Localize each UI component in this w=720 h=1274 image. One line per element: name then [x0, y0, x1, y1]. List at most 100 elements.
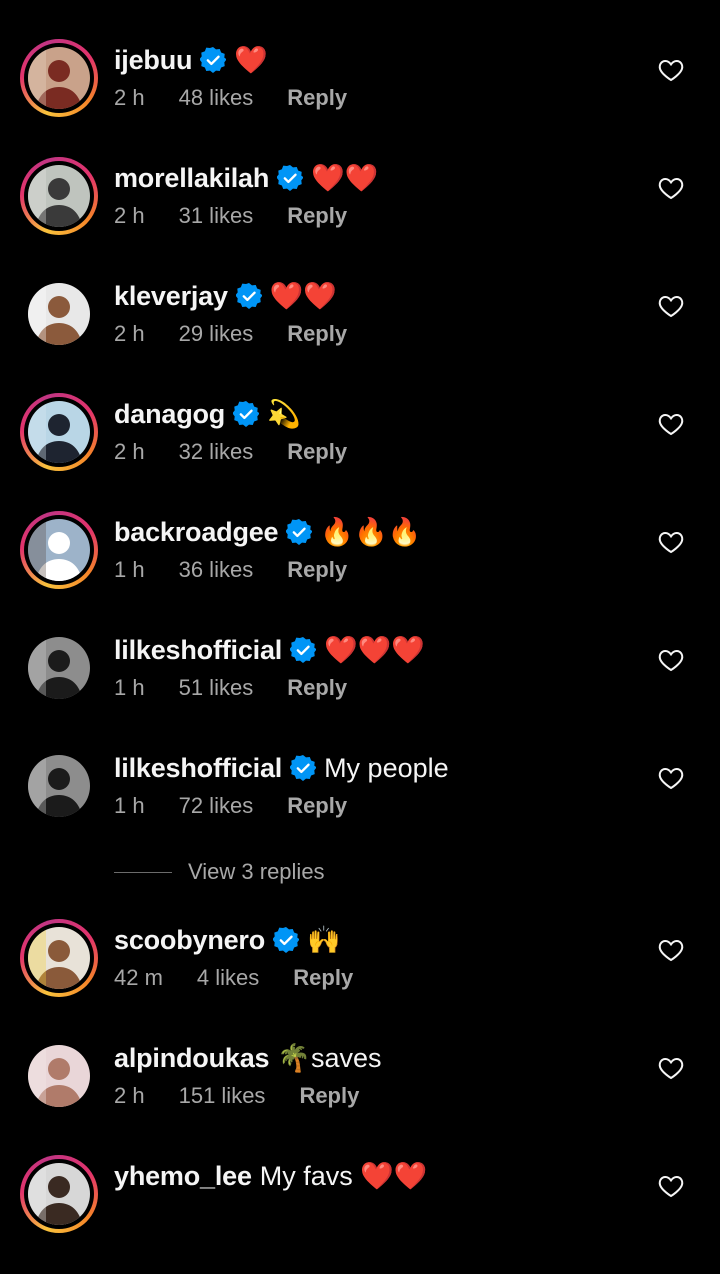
avatar-image	[28, 637, 90, 699]
verified-badge-icon	[232, 401, 260, 427]
avatar-image	[28, 1163, 90, 1225]
avatar[interactable]	[20, 157, 98, 235]
reply-button[interactable]: Reply	[287, 85, 347, 111]
username[interactable]: yhemo_lee	[114, 1161, 252, 1192]
comment-meta: 1 h 72 likes Reply	[114, 790, 381, 822]
like-count[interactable]: 32 likes	[179, 439, 254, 465]
comment-item: lilkeshofficial ❤️❤️❤️ 1 h 51 likes Reply	[0, 630, 720, 748]
like-count[interactable]: 151 likes	[179, 1083, 266, 1109]
username[interactable]: lilkeshofficial	[114, 753, 282, 784]
avatar[interactable]	[20, 511, 98, 589]
heart-outline-icon[interactable]	[658, 412, 684, 436]
comment-time: 2 h	[114, 85, 145, 110]
avatar-image	[28, 283, 90, 345]
reply-button[interactable]: Reply	[287, 793, 347, 819]
comment-text: ❤️	[234, 45, 268, 75]
comment-header: lilkeshofficial ❤️❤️❤️	[114, 630, 425, 670]
comment-meta: 2 h 48 likes Reply	[114, 82, 381, 114]
like-count[interactable]: 48 likes	[179, 85, 254, 111]
comment-header: scoobynero 🙌	[114, 920, 341, 960]
like-count[interactable]: 29 likes	[179, 321, 254, 347]
heart-outline-icon[interactable]	[658, 766, 684, 790]
username[interactable]: backroadgee	[114, 517, 279, 548]
comment-text: 🔥🔥🔥	[320, 517, 422, 547]
verified-badge-icon	[276, 165, 304, 191]
comment-time: 42 m	[114, 965, 163, 990]
like-count[interactable]: 36 likes	[179, 557, 254, 583]
comment-meta: 2 h 31 likes Reply	[114, 200, 381, 232]
avatar-ring-gap	[24, 279, 94, 349]
reply-button[interactable]: Reply	[287, 203, 347, 229]
avatar[interactable]	[20, 275, 98, 353]
comment-header: ijebuu ❤️	[114, 40, 268, 80]
comment-item: lilkeshofficial My people 1 h 72 likes Reply	[0, 748, 720, 866]
username[interactable]: kleverjay	[114, 281, 228, 312]
avatar-ring-gap	[24, 397, 94, 467]
reply-button[interactable]: Reply	[287, 675, 347, 701]
heart-outline-icon[interactable]	[658, 294, 684, 318]
avatar-ring-gap	[24, 1041, 94, 1111]
comment-meta: 1 h 36 likes Reply	[114, 554, 381, 586]
username[interactable]: ijebuu	[114, 45, 193, 76]
comment-time: 2 h	[114, 203, 145, 228]
comment-item: morellakilah ❤️❤️ 2 h 31 likes Reply	[0, 157, 720, 276]
reply-button[interactable]: Reply	[287, 557, 347, 583]
like-count[interactable]: 72 likes	[179, 793, 254, 819]
avatar-image	[28, 1045, 90, 1107]
avatar-ring-gap	[24, 633, 94, 703]
comment-text: My people	[324, 752, 449, 783]
username[interactable]: lilkeshofficial	[114, 635, 282, 666]
heart-outline-icon[interactable]	[658, 58, 684, 82]
avatar-ring-gap	[24, 43, 94, 113]
comment-time: 1 h	[114, 675, 145, 700]
comment-item: danagog 💫 2 h 32 likes Reply	[0, 393, 720, 512]
avatar-image	[28, 165, 90, 227]
avatar-ring-gap	[24, 161, 94, 231]
reply-button[interactable]: Reply	[287, 321, 347, 347]
comment-header: danagog 💫	[114, 394, 301, 434]
comment-meta: 2 h 32 likes Reply	[114, 436, 381, 468]
avatar[interactable]	[20, 747, 98, 825]
heart-outline-icon[interactable]	[658, 648, 684, 672]
username[interactable]: scoobynero	[114, 925, 265, 956]
like-count[interactable]: 31 likes	[179, 203, 254, 229]
avatar-ring-gap	[24, 923, 94, 993]
verified-badge-icon	[199, 47, 227, 73]
avatar[interactable]	[20, 1155, 98, 1233]
verified-badge-icon	[272, 927, 300, 953]
avatar-ring-gap	[24, 1159, 94, 1229]
comment-time: 2 h	[114, 1083, 145, 1108]
avatar[interactable]	[20, 393, 98, 471]
reply-button[interactable]: Reply	[293, 965, 353, 991]
heart-outline-icon[interactable]	[658, 938, 684, 962]
avatar[interactable]	[20, 1037, 98, 1115]
like-count[interactable]: 4 likes	[197, 965, 259, 991]
username[interactable]: morellakilah	[114, 163, 269, 194]
heart-outline-icon[interactable]	[658, 176, 684, 200]
heart-outline-icon[interactable]	[658, 1174, 684, 1198]
avatar[interactable]	[20, 39, 98, 117]
heart-outline-icon[interactable]	[658, 530, 684, 554]
avatar[interactable]	[20, 919, 98, 997]
comment-header: morellakilah ❤️❤️	[114, 158, 378, 198]
comment-header: backroadgee 🔥🔥🔥	[114, 512, 421, 552]
heart-outline-icon[interactable]	[658, 1056, 684, 1080]
comment-time: 1 h	[114, 557, 145, 582]
reply-button[interactable]: Reply	[299, 1083, 359, 1109]
comment-text: 🙌	[307, 925, 341, 955]
comment-text: 💫	[267, 399, 301, 429]
comment-text: ❤️❤️	[269, 281, 338, 311]
username[interactable]: danagog	[114, 399, 225, 430]
comment-item: ijebuu ❤️ 2 h 48 likes Reply	[0, 39, 720, 158]
replies-divider	[114, 871, 172, 873]
like-count[interactable]: 51 likes	[179, 675, 254, 701]
comment-header: kleverjay ❤️❤️	[114, 276, 337, 316]
view-replies-label: View 3 replies	[188, 859, 325, 884]
avatar-ring-gap	[24, 515, 94, 585]
reply-button[interactable]: Reply	[287, 439, 347, 465]
verified-badge-icon	[285, 519, 314, 545]
comment-text: 🌴saves	[277, 1043, 382, 1073]
username[interactable]: alpindoukas	[114, 1043, 270, 1074]
avatar[interactable]	[20, 629, 98, 707]
view-replies-link[interactable]: View 3 replies	[114, 856, 325, 888]
